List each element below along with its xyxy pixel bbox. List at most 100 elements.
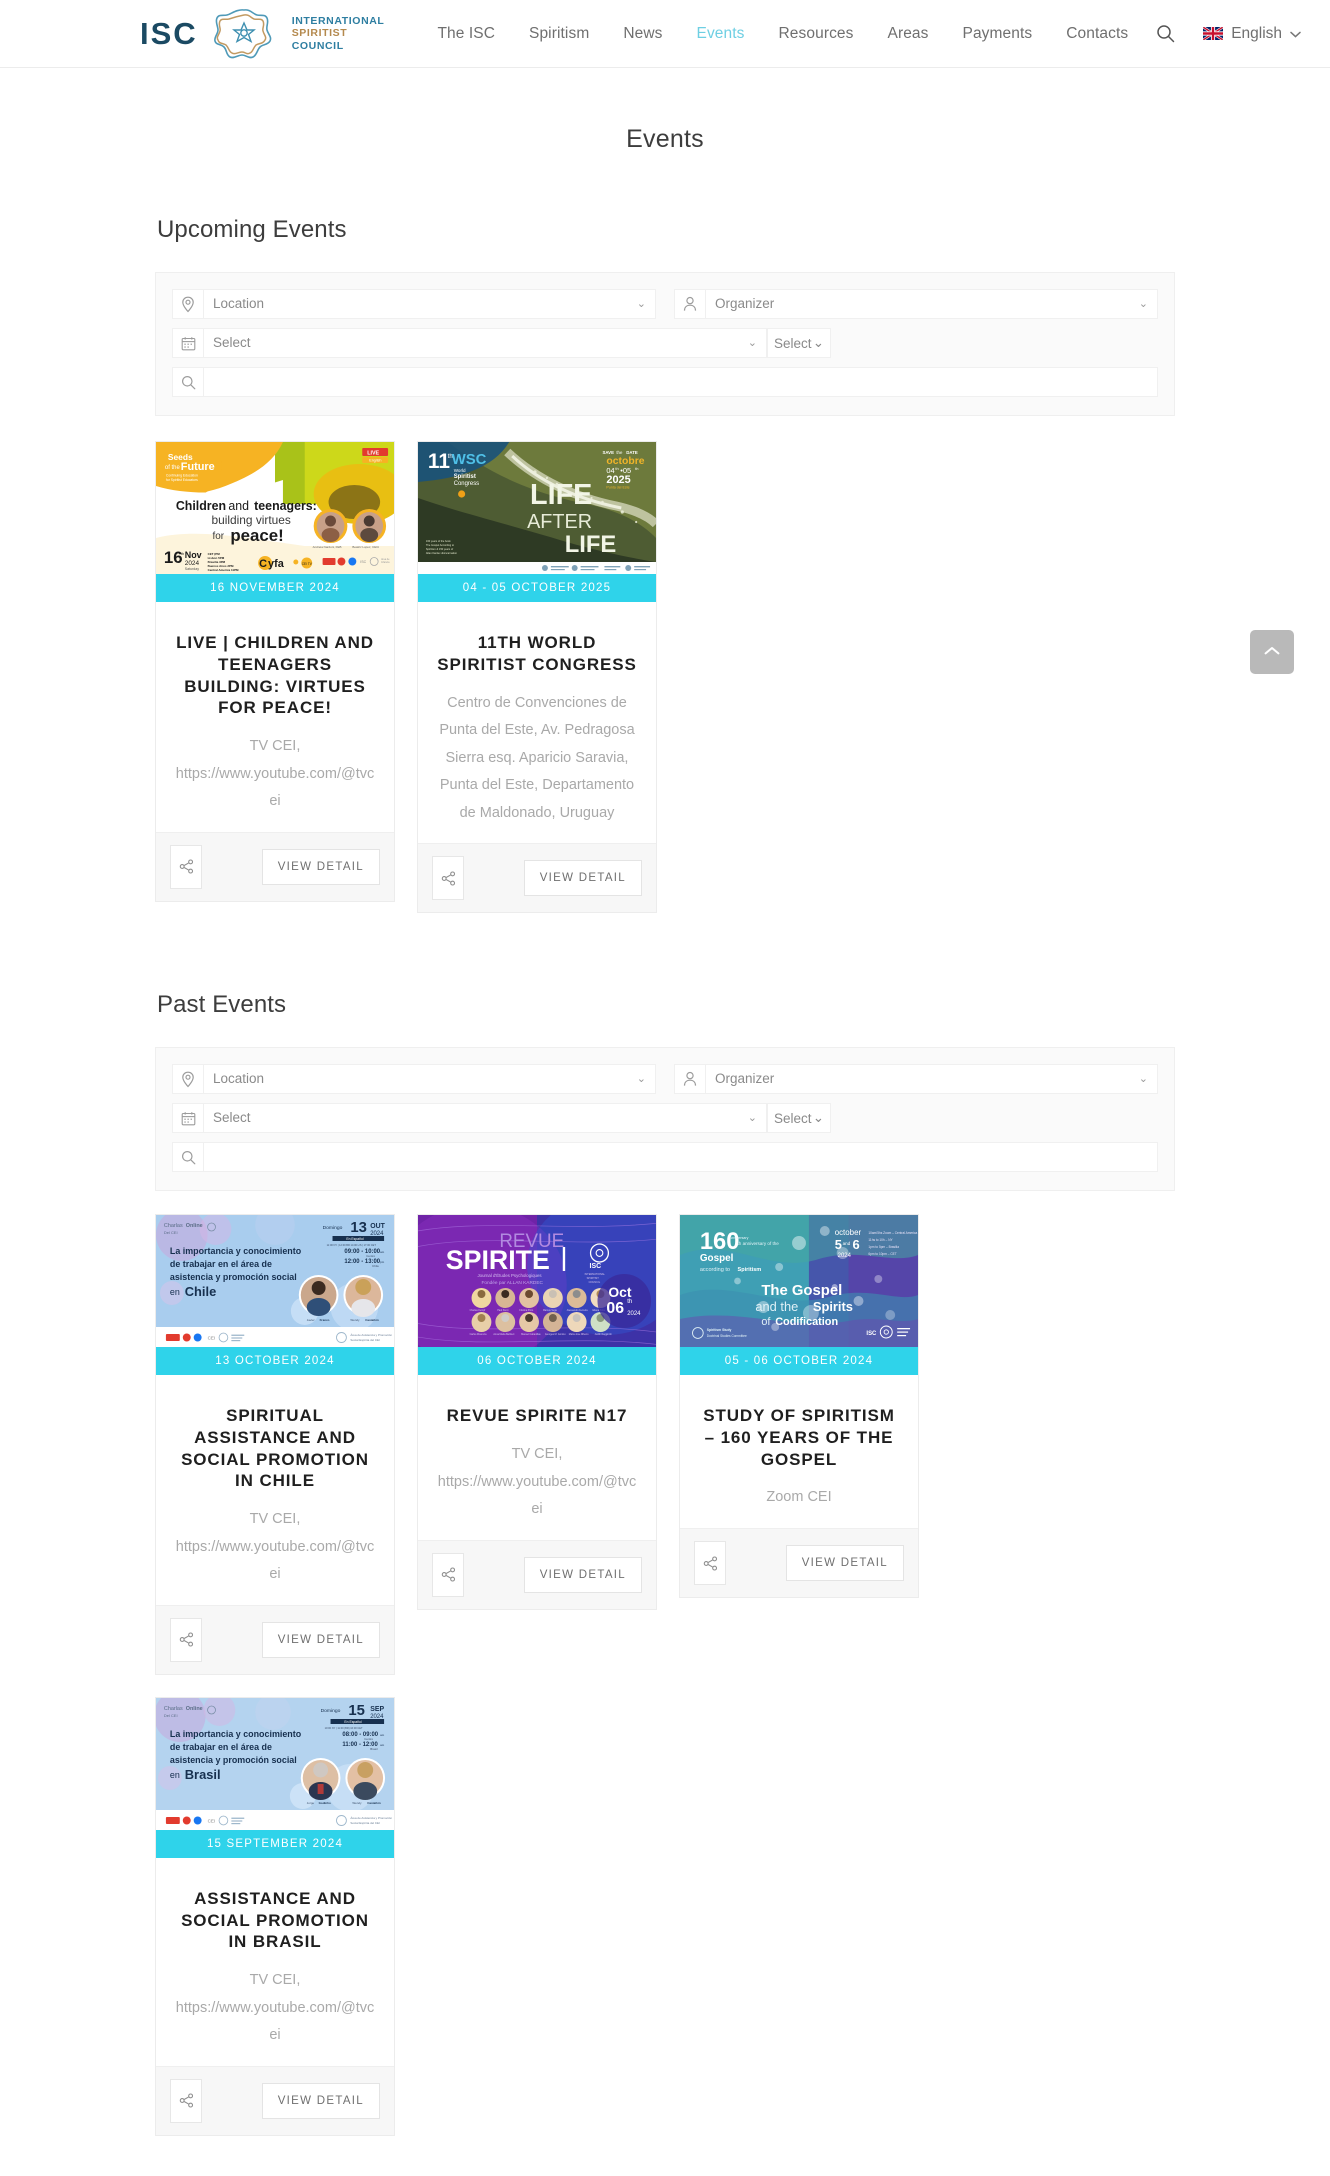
svg-text:CEI TV: CEI TV (302, 562, 313, 566)
event-date-badge: 13 OCTOBER 2024 (156, 1347, 394, 1376)
event-card[interactable]: 160 Anniversary th anniversary of the Go… (679, 1214, 919, 1599)
view-detail-button[interactable]: VIEW DETAIL (523, 860, 642, 897)
svg-text:The Gospel According to: The Gospel According to (426, 543, 455, 547)
event-title[interactable]: STUDY OF SPIRITISM – 160 YEARS OF THE GO… (698, 1405, 900, 1470)
svg-text:15: 15 (348, 1702, 365, 1719)
svg-text:th: th (627, 1299, 632, 1305)
svg-text:am: am (380, 1250, 385, 1254)
svg-text:Georges M. Gonino: Georges M. Gonino (545, 1333, 566, 1336)
svg-text:Alessandro Ferreira: Alessandro Ferreira (567, 1309, 588, 1312)
nav-item-the-isc[interactable]: The ISC (420, 25, 512, 43)
svg-text:Jorge: Jorge (307, 1801, 315, 1805)
svg-text:2024: 2024 (185, 560, 200, 567)
event-card[interactable]: 11 th WSC World Spiritist Congress LIFE … (417, 441, 657, 914)
event-card[interactable]: Seeds of the Future Continuing Education… (155, 441, 395, 902)
date-select-past[interactable]: Select ⌄ (203, 1103, 767, 1134)
event-card[interactable]: Charlas Online Del CEI La importancia y … (155, 1696, 395, 2136)
date-small-select-upcoming[interactable]: Select ⌄ (767, 328, 831, 358)
nav-item-news[interactable]: News (606, 25, 679, 43)
event-title[interactable]: REVUE SPIRITE N17 (436, 1405, 638, 1427)
svg-text:Congress: Congress (454, 481, 479, 487)
date-filter-past[interactable]: Select ⌄ (172, 1103, 767, 1134)
search-input-past[interactable] (203, 1142, 1158, 1173)
location-select-upcoming[interactable]: Location ⌄ (203, 289, 656, 319)
nav-item-resources[interactable]: Resources (762, 25, 871, 43)
search-input-upcoming[interactable] (203, 367, 1158, 397)
svg-text:building virtues: building virtues (212, 513, 291, 527)
share-icon[interactable] (432, 1552, 464, 1597)
logo-line-spiritist: SPIRITIST (291, 27, 348, 40)
language-selector[interactable]: English (1185, 25, 1307, 43)
site-logo[interactable]: ISC INTERNATIONAL SPIRITIST COUNCIL (140, 6, 384, 62)
event-card-body: SPIRITUAL ASSISTANCE AND SOCIAL PROMOTIO… (156, 1375, 394, 1605)
organizer-select-upcoming[interactable]: Organizer ⌄ (705, 289, 1158, 319)
svg-text:Doctrinal Studies Committee: Doctrinal Studies Committee (707, 1334, 747, 1338)
svg-text:october: october (835, 1228, 862, 1237)
calendar-icon (172, 1103, 203, 1134)
share-icon[interactable] (170, 1617, 202, 1662)
language-label: English (1231, 24, 1283, 42)
share-icon[interactable] (170, 2078, 202, 2123)
organizer-filter-upcoming[interactable]: Organizer ⌄ (674, 289, 1158, 319)
nav-item-payments[interactable]: Payments (946, 25, 1050, 43)
date-small-select-past[interactable]: Select ⌄ (767, 1103, 831, 1134)
search-icon[interactable] (1145, 14, 1185, 54)
nav-item-spiritism[interactable]: Spiritism (512, 25, 606, 43)
nav-item-areas[interactable]: Areas (871, 25, 946, 43)
event-title[interactable]: SPIRITUAL ASSISTANCE AND SOCIAL PROMOTIO… (174, 1405, 376, 1492)
svg-text:according to: according to (700, 1267, 730, 1273)
view-detail-button[interactable]: VIEW DETAIL (261, 1621, 380, 1658)
share-icon[interactable] (432, 856, 464, 901)
svg-text:Del CEI: Del CEI (164, 1713, 178, 1718)
event-title[interactable]: LIVE | CHILDREN AND TEENAGERS BUILDING: … (174, 632, 376, 719)
organizer-filter-past[interactable]: Organizer ⌄ (674, 1064, 1158, 1095)
organizer-select-value: Organizer (715, 296, 775, 311)
header-actions: English (1145, 14, 1307, 54)
date-select-value: Select (213, 335, 251, 350)
nav-item-contacts[interactable]: Contacts (1049, 25, 1145, 43)
organizer-select-past[interactable]: Organizer ⌄ (705, 1064, 1158, 1095)
nav-item-events[interactable]: Events (680, 25, 762, 43)
scroll-to-top-button[interactable] (1250, 630, 1294, 674)
event-title[interactable]: ASSISTANCE AND SOCIAL PROMOTION IN BRASI… (174, 1888, 376, 1953)
location-select-past[interactable]: Location ⌄ (203, 1064, 656, 1095)
svg-text:SPIRITE: SPIRITE (446, 1245, 550, 1275)
chevron-up-icon (1264, 643, 1280, 661)
date-filter-upcoming[interactable]: Select ⌄ (172, 328, 767, 358)
event-poster-revue-spirite: REVUE SPIRITE Journal d'Études Psycholog… (418, 1215, 656, 1348)
svg-text:Anniversary: Anniversary (730, 1236, 749, 1240)
share-icon[interactable] (170, 844, 202, 889)
svg-text:for: for (213, 531, 225, 542)
event-card-body: REVUE SPIRITE N17 TV CEI, https://www.yo… (418, 1375, 656, 1539)
view-detail-button[interactable]: VIEW DETAIL (785, 1545, 904, 1582)
keyword-search-upcoming[interactable] (172, 367, 1158, 397)
page-bottom-spacer (155, 2136, 1175, 2176)
svg-text:2025: 2025 (606, 474, 630, 486)
location-filter-past[interactable]: Location ⌄ (172, 1064, 656, 1095)
event-title[interactable]: 11TH WORLD SPIRITIST CONGRESS (436, 632, 638, 676)
location-filter-upcoming[interactable]: Location ⌄ (172, 289, 656, 319)
date-select-upcoming[interactable]: Select ⌄ (203, 328, 767, 358)
view-detail-button[interactable]: VIEW DETAIL (523, 1556, 642, 1593)
svg-text:Centro: Centro (366, 1254, 375, 1258)
svg-text:DATE: DATE (626, 450, 638, 455)
event-location: TV CEI, https://www.youtube.com/@tvcei (437, 1445, 637, 1518)
search-icon (172, 1142, 203, 1173)
svg-text:Punta del Este: Punta del Este (606, 485, 629, 489)
share-icon[interactable] (694, 1541, 726, 1586)
svg-text:of the: of the (165, 465, 181, 471)
svg-text:CEI: CEI (208, 1818, 216, 1823)
svg-text:Children: Children (176, 499, 226, 513)
event-card[interactable]: REVUE SPIRITE Journal d'Études Psycholog… (417, 1214, 657, 1610)
filter-row-dates: Select ⌄ Select ⌄ (172, 1103, 1158, 1134)
view-detail-button[interactable]: VIEW DETAIL (261, 2082, 380, 2119)
svg-text:La importancia y conocimiento: La importancia y conocimiento (170, 1729, 302, 1739)
location-select-value: Location (213, 1071, 265, 1087)
svg-text:Chile: Chile (185, 1284, 217, 1299)
keyword-search-past[interactable] (172, 1142, 1158, 1173)
svg-text:Wendy: Wendy (350, 1318, 360, 1322)
chevron-down-icon: ⌄ (1138, 1072, 1148, 1085)
svg-text:Infancia: Infancia (381, 561, 390, 564)
view-detail-button[interactable]: VIEW DETAIL (261, 848, 380, 885)
event-card[interactable]: Charlas Online Del CEI La importancia y … (155, 1214, 395, 1675)
